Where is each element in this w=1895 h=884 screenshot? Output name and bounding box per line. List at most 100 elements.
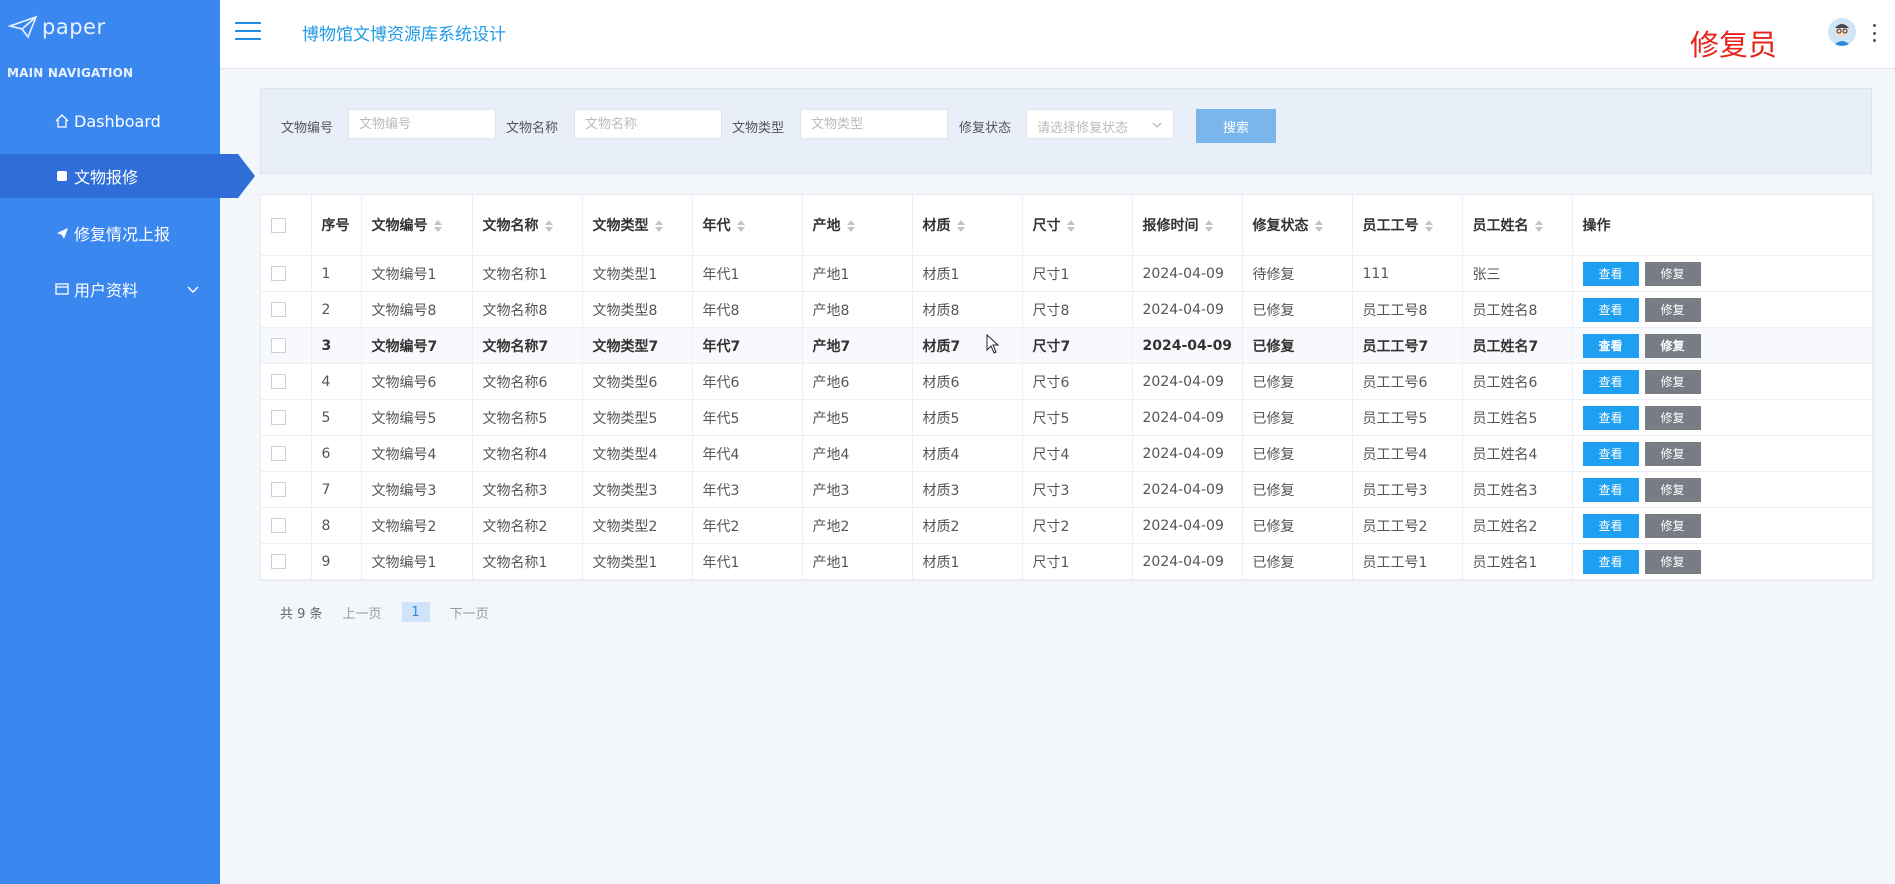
table-cell: 111 — [1352, 255, 1463, 292]
sidebar-item-repair-request[interactable]: 文物报修 — [0, 154, 255, 198]
table-row[interactable]: 4 文物编号6 文物名称6 文物类型6 年代6 产地6 材质6 尺寸6 2024-04-09 已修… — [261, 363, 1873, 400]
sort-icon[interactable] — [433, 220, 442, 232]
sidebar-item-repair-report[interactable]: 修复情况上报 — [0, 211, 220, 255]
table-cell: 2024-04-09 — [1132, 471, 1243, 508]
repair-button[interactable]: 修复 — [1644, 261, 1701, 286]
column-header[interactable]: 员工工号 — [1352, 195, 1463, 256]
view-button[interactable]: 查看 — [1582, 513, 1639, 538]
select-all-checkbox[interactable] — [271, 217, 286, 233]
table-cell: 年代1 — [692, 543, 803, 580]
table-row[interactable]: 7 文物编号3 文物名称3 文物类型3 年代3 产地3 材质3 尺寸3 2024-04-09 已修… — [261, 471, 1873, 508]
table-cell: 尺寸7 — [1022, 327, 1133, 364]
view-button[interactable]: 查看 — [1582, 549, 1639, 574]
table-row[interactable]: 9 文物编号1 文物名称1 文物类型1 年代1 产地1 材质1 尺寸1 2024-04-09 已修… — [261, 543, 1873, 580]
sort-icon[interactable] — [1424, 220, 1433, 232]
menu-toggle-icon[interactable] — [235, 22, 261, 42]
view-button[interactable]: 查看 — [1582, 441, 1639, 466]
more-options-icon[interactable] — [1871, 24, 1877, 42]
table-cell: 员工姓名3 — [1462, 471, 1573, 508]
repair-button[interactable]: 修复 — [1644, 369, 1701, 394]
repair-button[interactable]: 修复 — [1644, 513, 1701, 538]
sidebar-item-user-profile[interactable]: 用户资料 — [0, 267, 220, 311]
table-cell: 年代3 — [692, 471, 803, 508]
row-checkbox[interactable] — [271, 266, 286, 281]
row-actions: 查看 修复 — [1572, 327, 1873, 364]
column-header[interactable]: 材质 — [912, 195, 1023, 256]
repair-button[interactable]: 修复 — [1644, 441, 1701, 466]
table-cell: 4 — [311, 363, 362, 400]
row-checkbox[interactable] — [271, 410, 286, 425]
view-button[interactable]: 查看 — [1582, 261, 1639, 286]
artifact-no-input[interactable] — [348, 109, 496, 139]
row-checkbox[interactable] — [271, 374, 286, 389]
logo[interactable]: paper — [8, 14, 106, 40]
column-header[interactable]: 文物名称 — [472, 195, 583, 256]
sort-icon[interactable] — [1534, 220, 1543, 232]
column-header[interactable]: 产地 — [802, 195, 913, 256]
table-row[interactable]: 3 文物编号7 文物名称7 文物类型7 年代7 产地7 材质7 尺寸7 2024-04-09 已修… — [261, 327, 1873, 364]
search-button[interactable]: 搜索 — [1196, 109, 1276, 143]
sort-icon[interactable] — [736, 220, 745, 232]
repair-button[interactable]: 修复 — [1644, 477, 1701, 502]
sort-icon[interactable] — [544, 220, 553, 232]
repair-button[interactable]: 修复 — [1644, 297, 1701, 322]
repair-button[interactable]: 修复 — [1644, 333, 1701, 358]
row-select-cell — [261, 291, 312, 328]
row-checkbox[interactable] — [271, 482, 286, 497]
table-cell: 尺寸5 — [1022, 399, 1133, 436]
table-cell: 文物类型8 — [582, 291, 693, 328]
table-row[interactable]: 2 文物编号8 文物名称8 文物类型8 年代8 产地8 材质8 尺寸8 2024-04-09 已修… — [261, 291, 1873, 328]
view-button[interactable]: 查看 — [1582, 369, 1639, 394]
table-cell: 年代5 — [692, 399, 803, 436]
table-cell: 已修复 — [1242, 291, 1353, 328]
row-checkbox[interactable] — [271, 338, 286, 353]
column-header[interactable]: 报修时间 — [1132, 195, 1243, 256]
sort-icon[interactable] — [956, 220, 965, 232]
sidebar-item-label: 用户资料 — [74, 281, 139, 300]
column-header[interactable]: 年代 — [692, 195, 803, 256]
repair-button[interactable]: 修复 — [1644, 405, 1701, 430]
prev-page-link[interactable]: 上一页 — [343, 603, 382, 622]
view-button[interactable]: 查看 — [1582, 297, 1639, 322]
table-cell: 2024-04-09 — [1132, 291, 1243, 328]
table-cell: 年代1 — [692, 255, 803, 292]
row-actions: 查看 修复 — [1572, 255, 1873, 292]
artifact-type-label: 文物类型 — [732, 121, 785, 136]
sort-icon[interactable] — [654, 220, 663, 232]
column-header[interactable]: 修复状态 — [1242, 195, 1353, 256]
view-button[interactable]: 查看 — [1582, 333, 1639, 358]
artifact-name-label: 文物名称 — [506, 121, 559, 136]
view-button[interactable]: 查看 — [1582, 477, 1639, 502]
artifact-type-input[interactable] — [800, 109, 948, 139]
row-checkbox[interactable] — [271, 302, 286, 317]
artifact-name-input[interactable] — [574, 109, 722, 139]
view-button[interactable]: 查看 — [1582, 405, 1639, 430]
table-row[interactable]: 6 文物编号4 文物名称4 文物类型4 年代4 产地4 材质4 尺寸4 2024-04-09 已修… — [261, 435, 1873, 472]
column-header[interactable]: 文物编号 — [361, 195, 473, 256]
column-header[interactable]: 文物类型 — [582, 195, 693, 256]
sidebar-item-dashboard[interactable]: Dashboard — [0, 99, 220, 143]
column-header[interactable]: 员工姓名 — [1462, 195, 1573, 256]
page-number-current[interactable]: 1 — [401, 602, 430, 622]
avatar[interactable] — [1828, 18, 1856, 46]
repair-button[interactable]: 修复 — [1644, 549, 1701, 574]
table-cell: 员工工号4 — [1352, 435, 1463, 472]
next-page-link[interactable]: 下一页 — [450, 603, 489, 622]
table-row[interactable]: 5 文物编号5 文物名称5 文物类型5 年代5 产地5 材质5 尺寸5 2024-04-09 已修… — [261, 399, 1873, 436]
row-checkbox[interactable] — [271, 446, 286, 461]
sort-icon[interactable] — [1066, 220, 1075, 232]
repair-status-select[interactable]: 请选择修复状态 — [1026, 109, 1174, 139]
table-cell: 年代6 — [692, 363, 803, 400]
table-cell: 2024-04-09 — [1132, 327, 1243, 364]
table-row[interactable]: 1 文物编号1 文物名称1 文物类型1 年代1 产地1 材质1 尺寸1 2024-04-09 待修… — [261, 255, 1873, 292]
table-row[interactable]: 8 文物编号2 文物名称2 文物类型2 年代2 产地2 材质2 尺寸2 2024-04-09 已修… — [261, 507, 1873, 544]
row-checkbox[interactable] — [271, 554, 286, 569]
column-header[interactable]: 尺寸 — [1022, 195, 1133, 256]
sort-icon[interactable] — [1204, 220, 1213, 232]
table-cell: 文物编号3 — [361, 471, 473, 508]
table-cell: 文物名称8 — [472, 291, 583, 328]
sort-icon[interactable] — [846, 220, 855, 232]
sort-icon[interactable] — [1314, 220, 1323, 232]
row-checkbox[interactable] — [271, 518, 286, 533]
table-cell: 员工工号7 — [1352, 327, 1463, 364]
